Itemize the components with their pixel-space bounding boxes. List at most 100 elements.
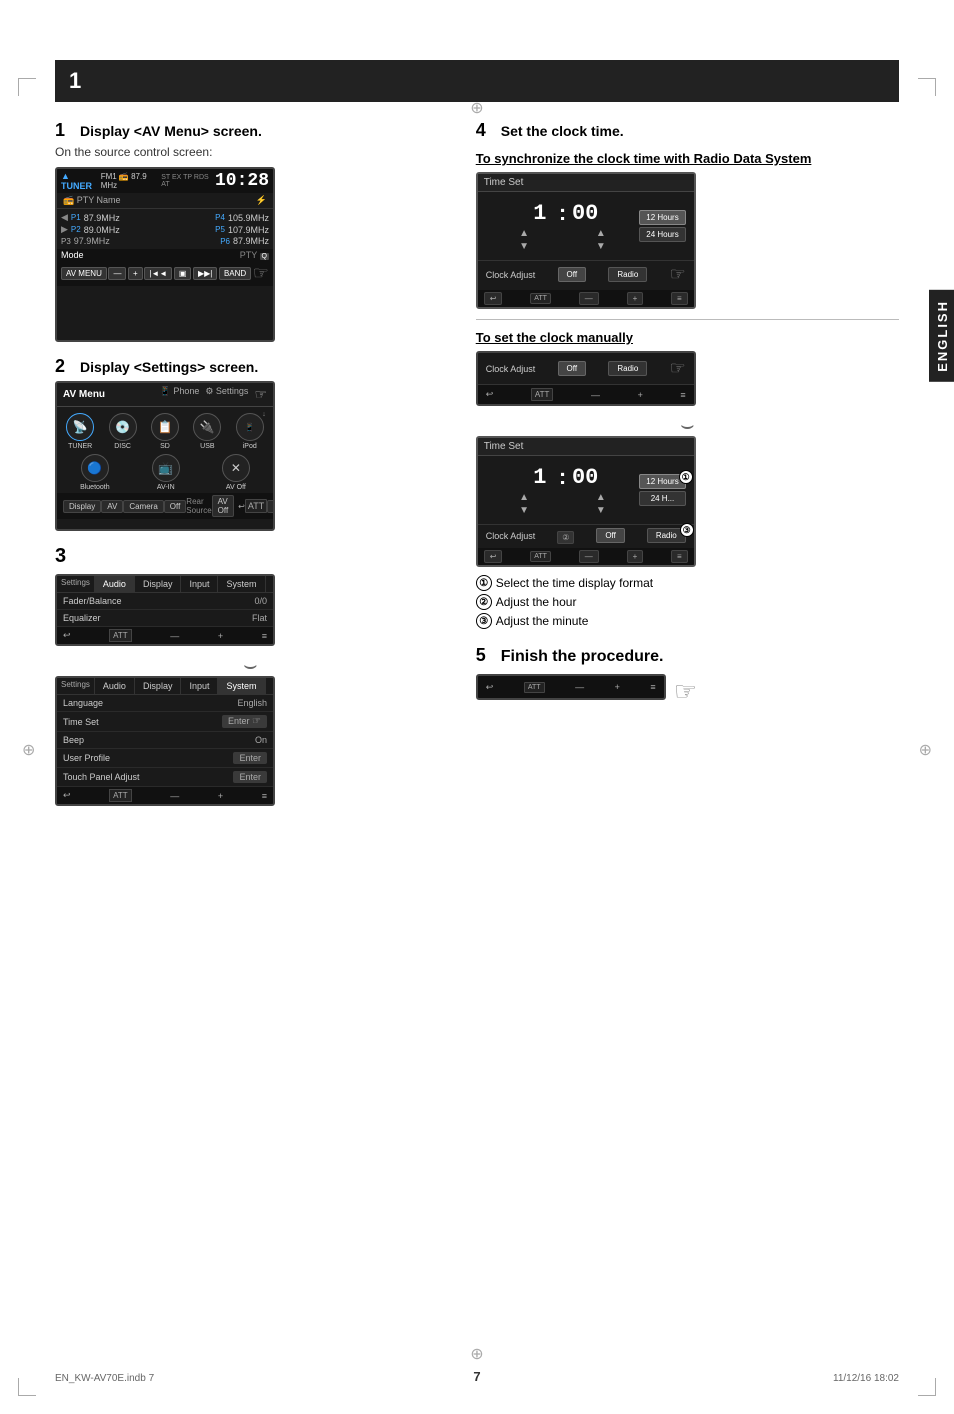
tab-input2[interactable]: Input (181, 678, 218, 694)
av-icon-bt[interactable]: 🔵 Bluetooth (80, 454, 110, 491)
crosshair-right: ⊕ (919, 740, 932, 760)
corner-mark-tl (18, 78, 36, 96)
att-btn-1[interactable]: ATT (530, 293, 551, 304)
av-icon-disc[interactable]: 💿 DISC (109, 413, 137, 450)
av-menu-btn[interactable]: AV MENU (61, 267, 107, 280)
user-profile-label: User Profile (63, 753, 110, 763)
clock-adjust-screen: Clock Adjust Off Radio ☞ ↩ ATT — + ≡ (476, 351, 696, 406)
minute-down[interactable]: ▼ (596, 241, 606, 252)
plus-footer-1[interactable]: + (627, 292, 644, 305)
display-btn[interactable]: Display (63, 500, 101, 513)
subsection2-title: To set the clock manually (476, 330, 899, 345)
plus-btn[interactable]: + (128, 267, 143, 280)
tab-display[interactable]: Display (135, 576, 182, 592)
tuner-label: ▲ TUNER (61, 171, 101, 191)
step5-number: 5 Finish the procedure. (476, 645, 899, 666)
minus-btn[interactable]: — (108, 267, 126, 280)
touch-panel-label: Touch Panel Adjust (63, 772, 140, 782)
timeset-header-1: Time Set (478, 174, 694, 192)
page-footer: EN_KW-AV70E.indb 7 11/12/16 18:02 (0, 1373, 954, 1384)
fader-balance-row: Fader/Balance 0/0 (57, 593, 273, 610)
timeset-time-col-2: 1 : 00 ▲ ▲ (486, 462, 640, 518)
plus-footer-2[interactable]: + (627, 550, 644, 563)
off-btn-2[interactable]: Off (558, 361, 587, 376)
av-icon-usb[interactable]: 🔌 USB (193, 413, 221, 450)
12hours-btn[interactable]: 12 Hours (639, 210, 685, 225)
minus-footer-2[interactable]: — (579, 550, 599, 563)
center-btn[interactable]: ▣ (174, 267, 192, 280)
touch-panel-row: Touch Panel Adjust Enter (57, 768, 273, 787)
back-btn-1[interactable]: ↩ (484, 292, 503, 305)
menu-footer-1[interactable]: ≡ (671, 292, 688, 305)
back-btn-2[interactable]: ↩ (484, 550, 503, 563)
beep-label: Beep (63, 735, 84, 745)
radio-btn-2[interactable]: Radio (608, 361, 647, 376)
hour-down-2[interactable]: ▼ (519, 505, 529, 516)
beep-row: Beep On (57, 732, 273, 749)
minute-up-2[interactable]: ▲ (596, 492, 606, 503)
hour-up[interactable]: ▲ (519, 228, 529, 239)
tuner-screen: ▲ TUNER FM1 📻 87.9 MHz ST EX TP RDS AT 1… (55, 167, 275, 342)
step2-number: 2 Display <Settings> screen. (55, 356, 446, 377)
off-btn-3[interactable]: Off (596, 528, 625, 543)
12hours-btn-2[interactable]: 12 Hours ① (639, 474, 685, 489)
off-btn-1[interactable]: Off (558, 267, 587, 282)
timeset-footer-2: ↩ ATT — + ≡ (478, 548, 694, 565)
tab-system[interactable]: System (218, 576, 265, 592)
tuner-header: ▲ TUNER FM1 📻 87.9 MHz ST EX TP RDS AT 1… (57, 169, 273, 193)
beep-value: On (255, 735, 267, 745)
crosshair-bottom: ⊕ (470, 1344, 483, 1364)
annotation-2-badge-area: ② (557, 531, 574, 544)
av-menu-header: AV Menu 📱 Phone ⚙ Settings ☞ (57, 383, 273, 407)
tab-audio[interactable]: Audio (95, 576, 135, 592)
station-row-1: ◀ P1 87.9MHz P4 105.9MHz (61, 212, 269, 223)
language-row: Language English (57, 695, 273, 712)
step2-container: 2 Display <Settings> screen. AV Menu 📱 P… (55, 356, 446, 531)
hour-up-2[interactable]: ▲ (519, 492, 529, 503)
next-btn[interactable]: ▶▶| (193, 267, 217, 280)
av-btn[interactable]: AV (101, 500, 123, 513)
step2-title: Display <Settings> screen. (80, 359, 258, 375)
step1-title: Display <AV Menu> screen. (80, 123, 262, 139)
divider-1 (476, 319, 899, 320)
24hours-btn-2[interactable]: 24 H... (639, 491, 685, 506)
tab-display2[interactable]: Display (135, 678, 182, 694)
av-off-btn[interactable]: AV Off (212, 495, 235, 517)
up-arrows-2: ▲ ▲ (486, 492, 640, 503)
clock-adjust-label-3: Clock Adjust (486, 531, 536, 541)
finish-screen: ↩ ATT — + ≡ (476, 674, 666, 700)
av-icon-avoff[interactable]: ✕ AV Off (222, 454, 250, 491)
step3-container: 3 Settings Audio Display Input System Fa… (55, 545, 446, 806)
av-icon-sd[interactable]: 📋 SD (151, 413, 179, 450)
av-icon-ipod[interactable]: 📱 ↓ iPod (236, 413, 264, 450)
tuner-mode-row: Mode PTY Q (57, 249, 273, 261)
band-btn[interactable]: BAND (219, 267, 251, 280)
timeset-screen-2: Time Set 1 : 00 (476, 436, 696, 567)
av-icons-row-1: 📡 TUNER 💿 DISC 📋 SD 🔌 (57, 407, 273, 452)
hour-down[interactable]: ▼ (519, 241, 529, 252)
prev-btn[interactable]: |◄◄ (144, 267, 172, 280)
minus-btn-av[interactable]: — (267, 500, 275, 513)
off-btn[interactable]: Off (164, 500, 187, 513)
tab-system2[interactable]: System (218, 678, 265, 694)
equalizer-row: Equalizer Flat (57, 610, 273, 627)
tab-audio2[interactable]: Audio (95, 678, 135, 694)
settings-system-screen: Settings Audio Display Input System Lang… (55, 676, 275, 806)
menu-footer-2[interactable]: ≡ (671, 550, 688, 563)
minus-footer-1[interactable]: — (579, 292, 599, 305)
minute-up[interactable]: ▲ (596, 228, 606, 239)
annotation-1-badge: ① (679, 470, 693, 484)
24hours-btn[interactable]: 24 Hours (639, 227, 685, 242)
tab-input[interactable]: Input (181, 576, 218, 592)
step3-number: 3 (55, 545, 446, 568)
camera-btn[interactable]: Camera (123, 500, 163, 513)
time-set-label: Time Set (63, 717, 99, 727)
timeset-screen-1: Time Set 1 : 00 ▲ ▲ (476, 172, 696, 309)
annotation-3-text: Adjust the minute (496, 614, 589, 628)
att-btn-2[interactable]: ATT (530, 551, 551, 562)
av-icon-tuner[interactable]: 📡 TUNER (66, 413, 94, 450)
time-set-row[interactable]: Time Set Enter ☞ (57, 712, 273, 732)
radio-btn-1[interactable]: Radio (608, 267, 647, 282)
minute-down-2[interactable]: ▼ (596, 505, 606, 516)
av-icon-avin[interactable]: 📺 AV-IN (152, 454, 180, 491)
